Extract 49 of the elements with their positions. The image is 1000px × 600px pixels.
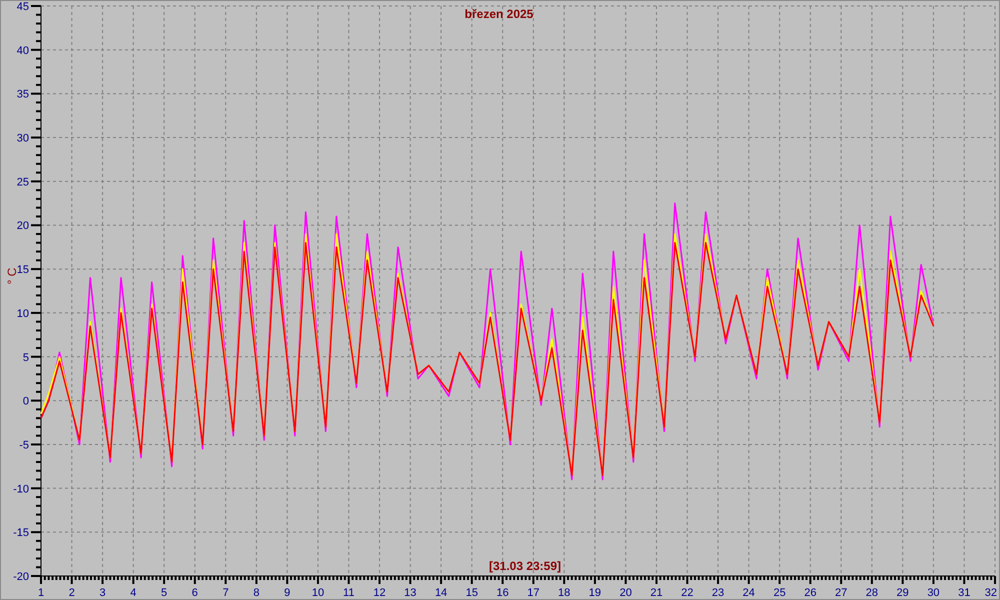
x-tick-label: 16 xyxy=(496,587,509,599)
x-tick-label: 14 xyxy=(434,587,448,599)
y-tick-label: 35 xyxy=(16,88,29,101)
x-tick-label: 15 xyxy=(466,587,478,599)
y-tick-label: -15 xyxy=(13,527,29,540)
y-tick-label: 10 xyxy=(16,308,29,320)
x-tick-label: 9 xyxy=(284,587,290,599)
y-tick-label: 25 xyxy=(16,176,29,188)
x-tick-label: 25 xyxy=(773,587,786,599)
x-tick-label: 5 xyxy=(161,587,168,599)
x-tick-label: 4 xyxy=(130,587,136,599)
y-tick-label: 30 xyxy=(16,132,29,145)
x-tick-label: 27 xyxy=(835,587,848,599)
y-axis-label: ° C xyxy=(5,268,19,284)
chart-title: březen 2025 xyxy=(464,7,534,21)
x-tick-label: 19 xyxy=(588,587,602,599)
y-tick-label: -20 xyxy=(13,571,29,583)
x-tick-label: 21 xyxy=(650,587,663,599)
x-tick-label: 1 xyxy=(38,587,44,599)
y-tick-label: 20 xyxy=(16,220,29,232)
x-tick-label: 8 xyxy=(253,587,260,599)
x-tick-label: 24 xyxy=(742,587,755,599)
y-tick-label: 40 xyxy=(16,44,29,57)
y-tick-label: -5 xyxy=(19,439,29,452)
y-tick-label: -10 xyxy=(13,483,29,496)
x-tick-label: 26 xyxy=(804,587,816,599)
x-tick-label: 10 xyxy=(312,587,324,599)
x-tick-label: 6 xyxy=(192,587,198,599)
x-tick-label: 18 xyxy=(558,587,570,599)
x-tick-label: 3 xyxy=(99,587,106,599)
x-tick-label: 20 xyxy=(620,587,632,599)
x-tick-label: 29 xyxy=(896,587,909,599)
x-tick-label: 31 xyxy=(958,587,970,599)
x-tick-label: 11 xyxy=(343,587,354,599)
x-tick-label: 12 xyxy=(373,587,386,599)
y-tick-label: 45 xyxy=(16,1,29,13)
x-tick-label: 17 xyxy=(527,587,540,599)
x-tick-label: 22 xyxy=(681,587,694,599)
x-tick-label: 28 xyxy=(866,587,878,599)
x-tick-label: 32 xyxy=(984,587,997,599)
x-tick-label: 2 xyxy=(68,587,75,599)
y-tick-label: 5 xyxy=(22,352,29,364)
y-tick-label: 15 xyxy=(16,264,29,276)
x-tick-label: 7 xyxy=(222,587,229,599)
x-tick-label: 23 xyxy=(712,587,724,599)
x-tick-label: 30 xyxy=(927,587,940,599)
y-tick-label: 0 xyxy=(22,396,29,408)
x-tick-label: 13 xyxy=(404,587,416,599)
timestamp-label: [31.03 23:59] xyxy=(488,559,562,573)
